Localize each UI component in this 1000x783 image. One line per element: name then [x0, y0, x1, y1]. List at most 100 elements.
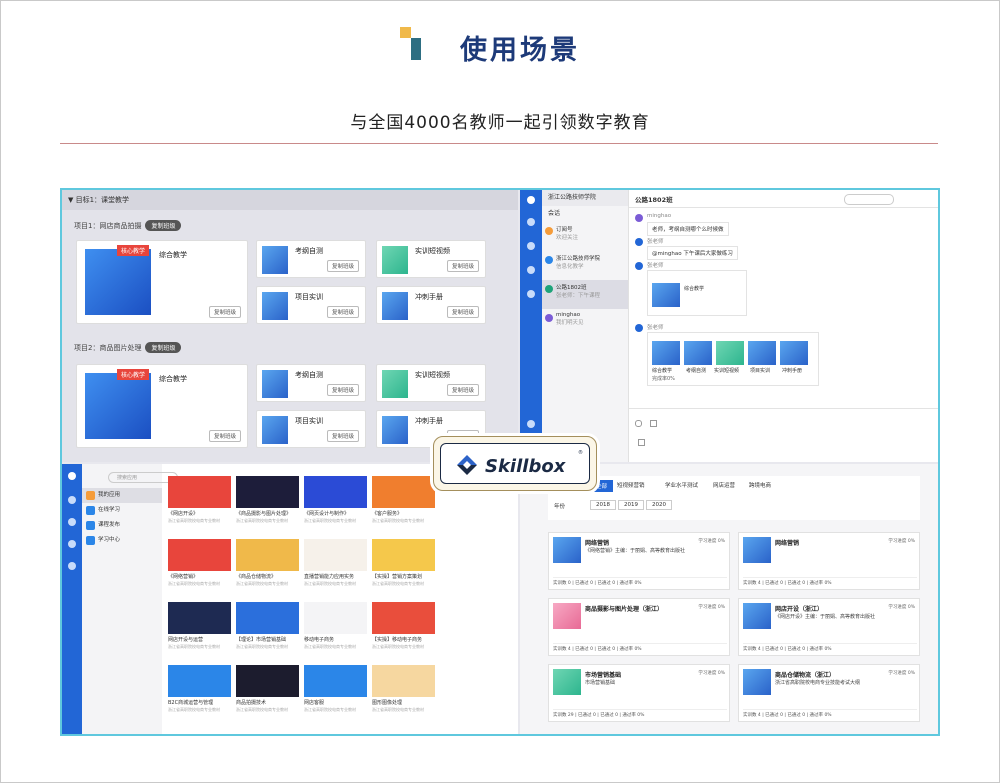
app-tile-subtitle: 浙江省高职院校电商专业教材	[236, 581, 288, 586]
filter-pill[interactable]: 网店运营	[708, 480, 740, 490]
list-item[interactable]: minghao 我们明天见	[542, 309, 628, 338]
app-tile-image[interactable]	[236, 476, 299, 508]
course-thumbnail	[85, 373, 151, 439]
app-tile-image[interactable]	[236, 665, 299, 697]
year-pill[interactable]: 2019	[618, 500, 644, 510]
search-input[interactable]	[844, 194, 894, 205]
apps-icon[interactable]	[527, 290, 535, 298]
avatar	[635, 324, 643, 332]
emoji-icon[interactable]	[635, 412, 665, 446]
card-title: 考纲自测	[295, 247, 323, 255]
nav-item[interactable]: 课程发布	[82, 518, 162, 533]
course-card[interactable]: 项目实训 复制班级	[256, 410, 366, 448]
course-card[interactable]: 商品摄影与图片处理（浙江） 学习进度 0% 实训数 4 | 已通过 0 | 已通过 …	[548, 598, 730, 656]
app-tile-subtitle: 浙江省高职院校电商专业教材	[304, 518, 356, 523]
course-card[interactable]: 商品仓储物流（浙江） 浙江省高职院校电商专业技能考试大纲 学习进度 0% 实训数 4 …	[738, 664, 920, 722]
project-2-label: 项目2：商品图片处理 复制班级	[74, 342, 182, 353]
app-tile-image[interactable]	[168, 539, 231, 571]
course-desc: 市场营销基础	[585, 680, 616, 686]
app-tile-image[interactable]	[372, 602, 435, 634]
workbench-icon[interactable]	[68, 540, 76, 548]
copy-class-button[interactable]: 复制班级	[326, 430, 359, 442]
course-card[interactable]: 市场营销基础 市场营销基础 学习进度 0% 实训数 29 | 已通过 0 | 已通过 …	[548, 664, 730, 722]
course-card[interactable]: 网络营销 《网络营销》主编：于丽娟、高等教育出版社 学习进度 0% 实训数 0 | 已…	[548, 532, 730, 590]
card-title: 实训短视频	[415, 371, 450, 379]
message-icon[interactable]	[527, 218, 535, 226]
app-tile-image[interactable]	[304, 476, 367, 508]
filter-pill[interactable]: 学业水平测试	[660, 480, 703, 490]
app-tile-label: 《网页设计与制作》	[304, 511, 350, 517]
card-title: 考纲自测	[295, 371, 323, 379]
year-pill[interactable]: 2018	[590, 500, 616, 510]
contacts-icon[interactable]	[527, 242, 535, 250]
message-bubble: @minghao 下午课后大家做练习	[647, 246, 738, 260]
app-tile-subtitle: 浙江省高职院校电商专业教材	[236, 707, 288, 712]
avatar	[635, 238, 643, 246]
copy-class-button[interactable]: 复制班级	[326, 384, 359, 396]
app-tile-image[interactable]	[236, 539, 299, 571]
app-tile-image[interactable]	[304, 539, 367, 571]
goal-bar[interactable]: ▼ 目标1：课堂教学	[62, 190, 518, 210]
shared-task-card[interactable]: 综合教学 考纲自测 实训短视频 项目实训 冲刺手册 完成率0%	[647, 332, 819, 386]
filter-pill[interactable]: 跨境电商	[744, 480, 776, 490]
copy-class-button[interactable]: 复制班级	[446, 384, 479, 396]
nav-item[interactable]: 我的应用	[82, 488, 162, 503]
skillbox-badge: Skillbox ®	[433, 436, 597, 491]
list-item[interactable]: 公路1802班 张老师：下午课程	[542, 280, 628, 309]
course-stats: 实训数 4 | 已通过 0 | 已通过 0 | 通过率 0%	[553, 643, 727, 652]
nav-item[interactable]: 学习中心	[82, 533, 162, 548]
chat-panel: 浙江公路技师学院 会话 订阅号 欢迎关注 浙江公路技师学院 信息化教学 公路1802…	[520, 190, 938, 462]
course-card[interactable]: 考纲自测 复制班级	[256, 364, 366, 402]
copy-class-button[interactable]: 复制班级	[208, 306, 241, 318]
workbench-icon[interactable]	[527, 266, 535, 274]
app-tile-image[interactable]	[372, 539, 435, 571]
course-card-main[interactable]: 核心教学 综合教学 复制班级	[76, 364, 248, 448]
message-input[interactable]	[635, 422, 935, 458]
list-item[interactable]: 订阅号 欢迎关注	[542, 222, 628, 251]
avatar	[68, 472, 76, 480]
course-card[interactable]: 网店开设（浙江） 《网店开设》主编：于丽娟、高等教育出版社 学习进度 0% 实训数 4…	[738, 598, 920, 656]
copy-class-button[interactable]: 复制班级	[208, 430, 241, 442]
shared-course-card[interactable]: 综合教学	[647, 270, 747, 316]
app-tile-image[interactable]	[168, 476, 231, 508]
course-card-main[interactable]: 核心教学 综合教学 复制班级	[76, 240, 248, 324]
course-card[interactable]: 考纲自测 复制班级	[256, 240, 366, 278]
app-tile-image[interactable]	[372, 665, 435, 697]
year-pill[interactable]: 2020	[646, 500, 672, 510]
app-tile-image[interactable]	[168, 602, 231, 634]
copy-class-button[interactable]: 复制班级	[145, 342, 182, 353]
nav-item[interactable]: 在线学习	[82, 503, 162, 518]
app-tile-image[interactable]	[236, 602, 299, 634]
app-tile-image[interactable]	[168, 665, 231, 697]
list-item[interactable]: 浙江公路技师学院 信息化教学	[542, 251, 628, 280]
app-tile-subtitle: 浙江省高职院校电商专业教材	[168, 518, 220, 523]
course-card[interactable]: 实训短视频 复制班级	[376, 364, 486, 402]
copy-class-button[interactable]: 复制班级	[326, 306, 359, 318]
app-tile-image[interactable]	[372, 476, 435, 508]
card-title: 综合教学	[159, 375, 187, 383]
apps-icon[interactable]	[68, 562, 76, 570]
course-card[interactable]: 冲刺手册 复制班级	[376, 286, 486, 324]
app-tile-image[interactable]	[304, 602, 367, 634]
copy-class-button[interactable]: 复制班级	[326, 260, 359, 272]
copy-class-button[interactable]: 复制班级	[446, 306, 479, 318]
contacts-icon[interactable]	[68, 518, 76, 526]
sender-name: 张老师	[647, 325, 664, 331]
copy-class-button[interactable]: 复制班级	[446, 260, 479, 272]
app-tile-subtitle: 浙江省高职院校电商专业教材	[304, 581, 356, 586]
app-tile-subtitle: 浙江省高职院校电商专业教材	[372, 518, 424, 523]
course-card[interactable]: 网络营销 学习进度 0% 实训数 4 | 已通过 0 | 已通过 0 | 通过率 0…	[738, 532, 920, 590]
course-progress: 学习进度 0%	[888, 539, 915, 544]
message-icon[interactable]	[68, 496, 76, 504]
app-tile-subtitle: 浙江省高职院校电商专业教材	[372, 581, 424, 586]
course-thumbnail	[743, 669, 771, 695]
settings-icon[interactable]	[527, 420, 535, 428]
sender-name: 张老师	[647, 239, 664, 245]
course-card[interactable]: 实训短视频 复制班级	[376, 240, 486, 278]
course-card[interactable]: 项目实训 复制班级	[256, 286, 366, 324]
copy-class-button[interactable]: 复制班级	[145, 220, 182, 231]
course-stats: 实训数 4 | 已通过 0 | 已通过 0 | 通过率 0%	[743, 709, 917, 718]
filter-pill[interactable]: 短视频营销	[612, 480, 650, 490]
app-tile-image[interactable]	[304, 665, 367, 697]
app-gallery-panel: 搜索应用 我的应用 在线学习 课程发布 学习中心 《网店开设》 浙江省高职院校电商…	[62, 464, 518, 734]
